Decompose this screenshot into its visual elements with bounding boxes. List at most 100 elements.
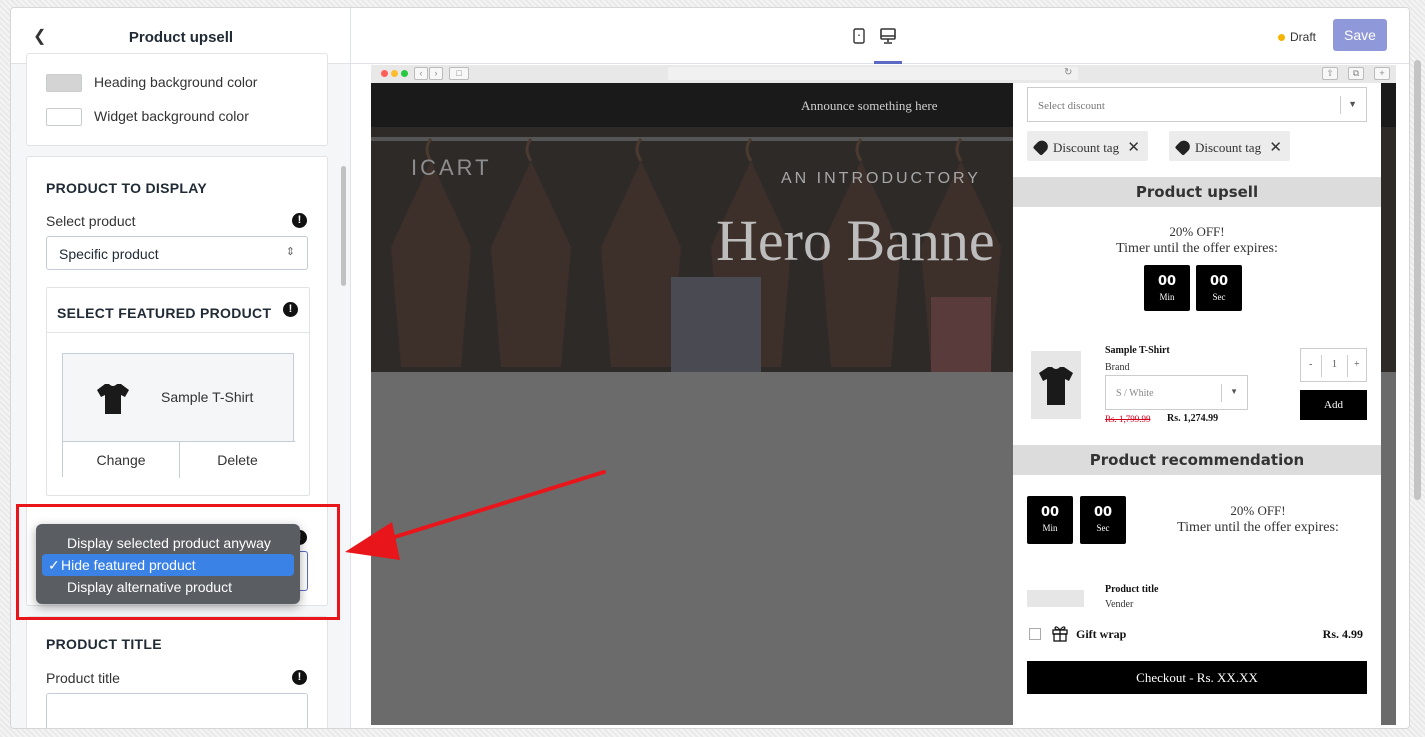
upsell-heading: Product upsell (1013, 177, 1381, 207)
offer-text: 20% OFF! (1169, 224, 1225, 239)
divider (1221, 384, 1222, 402)
status-label: Draft (1290, 30, 1317, 44)
upsell-product-brand: Brand (1105, 362, 1130, 373)
sidebar-scrollbar[interactable] (341, 166, 346, 286)
widget-bg-label: Widget background color (94, 108, 249, 124)
variant-value: S / White (1116, 388, 1154, 399)
timer-seconds: 00 Sec (1196, 265, 1242, 311)
upsell-product-image (1031, 351, 1081, 419)
timer-seconds-label: Sec (1212, 292, 1226, 302)
discount-placeholder: Select discount (1038, 100, 1105, 112)
variant-select[interactable]: S / White ▼ (1105, 375, 1248, 410)
checkout-button[interactable]: Checkout - Rs. XX.XX (1027, 661, 1367, 694)
dropdown-option-display-anyway[interactable]: Display selected product anyway (42, 532, 294, 554)
timer-minutes-label: Min (1159, 292, 1175, 302)
heading-bg-label: Heading background color (94, 74, 258, 90)
caret-down-icon: ▼ (1348, 99, 1357, 109)
tag-icon (1032, 138, 1051, 156)
delete-button[interactable]: Delete (180, 452, 295, 468)
divider (1340, 96, 1341, 114)
save-button[interactable]: Save (1333, 19, 1387, 51)
timer-minutes-value: 00 (1040, 505, 1060, 520)
tag-label: Discount tag (1195, 140, 1262, 155)
discount-tag: Discount tag ✕ (1027, 131, 1148, 161)
timer-minutes-value: 00 (1157, 274, 1177, 289)
divider (47, 332, 309, 333)
product-title-input[interactable] (46, 693, 308, 728)
recommendation-heading: Product recommendation (1013, 445, 1381, 475)
store-logo: ICART (411, 155, 492, 180)
timer-caption: Timer until the offer expires: (1116, 241, 1278, 256)
rec-product-image (1027, 590, 1084, 607)
divider (1321, 355, 1322, 377)
widget-bg-swatch[interactable] (46, 108, 82, 127)
option-label: Display alternative product (67, 579, 232, 595)
product-title-label: Product title (46, 670, 120, 686)
info-icon[interactable]: ! (283, 302, 298, 317)
preview-area: Draft Save ‹ › □ ↻ ⇧ ⧉ + Announce someth… (351, 8, 1409, 728)
timer-minutes-label: Min (1042, 523, 1058, 533)
desktop-view-icon[interactable] (878, 26, 898, 46)
discount-select[interactable]: Select discount ▼ (1027, 87, 1367, 122)
colors-card: Heading background color Widget backgrou… (26, 53, 328, 146)
featured-product-actions: Change Delete (63, 441, 295, 478)
heading-bg-color-row[interactable]: Heading background color (46, 74, 258, 93)
qty-minus-button[interactable]: - (1309, 359, 1312, 370)
settings-sidebar: ❮ Product upsell Heading background colo… (11, 8, 351, 728)
timer-minutes: 00 Min (1144, 265, 1190, 311)
gift-wrap-price: Rs. 4.99 (1322, 627, 1363, 641)
featured-product-card: SELECT FEATURED PRODUCT ! Sample T-Shirt… (46, 287, 310, 496)
info-icon[interactable]: ! (292, 670, 307, 685)
dropdown-option-display-alternative[interactable]: Display alternative product (42, 576, 294, 598)
gift-wrap-row: Gift wrap Rs. 4.99 (1013, 619, 1381, 649)
reload-icon: ↻ (1064, 67, 1073, 78)
featured-product-name: Sample T-Shirt (161, 389, 254, 405)
info-icon[interactable]: ! (292, 213, 307, 228)
forward-icon: › (429, 67, 443, 80)
sidebar-title: Product upsell (128, 29, 234, 46)
widget-bg-color-row[interactable]: Widget background color (46, 108, 249, 127)
gift-wrap-checkbox[interactable] (1029, 628, 1041, 640)
mobile-view-icon[interactable] (849, 26, 869, 46)
qty-plus-button[interactable]: + (1354, 359, 1360, 370)
option-dropdown-menu[interactable]: Display selected product anyway ✓ Hide fe… (36, 524, 300, 604)
rec-offer-text: 20% OFF! (1230, 503, 1286, 518)
qty-value[interactable]: 1 (1332, 359, 1337, 370)
gift-icon (1052, 626, 1068, 642)
hero-subtitle: AN INTRODUCTORY (781, 170, 981, 187)
close-dot-icon (381, 70, 388, 77)
checkmark-icon: ✓ (48, 557, 60, 573)
sale-price: Rs. 1,274.99 (1167, 413, 1219, 424)
product-title-card: PRODUCT TITLE Product title ! (26, 616, 328, 728)
maximize-dot-icon (401, 70, 408, 77)
change-button[interactable]: Change (63, 452, 179, 468)
hero-title: Hero Banne (716, 208, 995, 273)
add-button[interactable]: Add (1300, 390, 1367, 420)
option-label: Display selected product anyway (67, 535, 271, 551)
status-dot-icon (1278, 34, 1285, 42)
discount-tag: Discount tag ✕ (1169, 131, 1290, 161)
original-price: Rs. 1,799.99 (1105, 414, 1151, 424)
select-product-dropdown[interactable]: Specific product ⇕ (46, 236, 308, 270)
browser-chrome: ‹ › □ ↻ ⇧ ⧉ + (371, 65, 1396, 83)
timer-seconds-value: 00 (1209, 274, 1229, 289)
preview-topbar: Draft Save (351, 8, 1409, 64)
upsell-product-title: Sample T-Shirt (1105, 345, 1170, 356)
tag-label: Discount tag (1053, 140, 1120, 155)
back-icon: ‹ (414, 67, 428, 80)
close-icon[interactable]: ✕ (1127, 140, 1140, 156)
dropdown-option-hide-featured[interactable]: ✓ Hide featured product (42, 554, 294, 576)
tshirt-icon (97, 384, 129, 414)
product-title-heading: PRODUCT TITLE (46, 636, 162, 652)
heading-bg-swatch[interactable] (46, 74, 82, 93)
gift-wrap-label: Gift wrap (1076, 627, 1127, 641)
window-scrollbar[interactable] (1414, 60, 1421, 500)
rec-timer-minutes: 00 Min (1027, 496, 1073, 544)
rec-product-title: Product title (1105, 584, 1159, 595)
tshirt-icon (1039, 367, 1073, 405)
timer-seconds-value: 00 (1093, 505, 1113, 520)
product-to-display-heading: PRODUCT TO DISPLAY (46, 180, 207, 196)
new-tab-icon: + (1374, 67, 1390, 80)
chevron-updown-icon: ⇕ (285, 246, 295, 258)
close-icon[interactable]: ✕ (1269, 140, 1282, 156)
